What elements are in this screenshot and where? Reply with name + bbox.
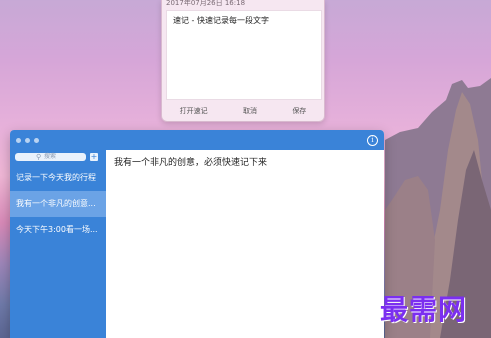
close-window-button[interactable] <box>16 138 21 143</box>
watermark-logo: 最需网 <box>380 293 468 326</box>
note-body-text[interactable]: 我有一个非凡的创意，必须快速记下来 <box>114 155 267 168</box>
open-quick-note-button[interactable]: 打开速记 <box>180 106 208 116</box>
notes-window: i ⚲ 搜索 + 记录一下今天我的行程 我有一个非凡的创意... 今天下午3:0… <box>10 130 384 338</box>
add-note-button[interactable]: + <box>90 153 98 161</box>
quick-note-popup: 2017年07月26日 16:18 速记 - 快速记录每一段文字 打开速记 取消… <box>161 0 325 122</box>
save-button[interactable]: 保存 <box>292 106 306 116</box>
search-icon: ⚲ <box>36 153 42 161</box>
quick-note-footer: 打开速记 取消 保存 <box>162 101 324 121</box>
title-bar: i <box>10 130 384 150</box>
search-placeholder: 搜索 <box>44 153 57 160</box>
quick-note-editor[interactable]: 速记 - 快速记录每一段文字 <box>166 10 322 100</box>
minimize-window-button[interactable] <box>25 138 30 143</box>
note-editor[interactable]: 我有一个非凡的创意，必须快速记下来 <box>106 150 384 338</box>
quick-note-text[interactable]: 速记 - 快速记录每一段文字 <box>173 15 269 26</box>
note-date: 2017年07月26日 16:18 <box>166 0 246 7</box>
zoom-window-button[interactable] <box>34 138 39 143</box>
search-input[interactable]: ⚲ 搜索 <box>15 153 86 161</box>
note-list-item[interactable]: 记录一下今天我的行程 <box>10 165 106 191</box>
cancel-button[interactable]: 取消 <box>243 106 257 116</box>
notes-sidebar: ⚲ 搜索 + 记录一下今天我的行程 我有一个非凡的创意... 今天下午3:00看… <box>10 150 106 338</box>
info-icon[interactable]: i <box>367 135 378 146</box>
note-list-item-selected[interactable]: 我有一个非凡的创意... <box>10 191 106 217</box>
note-list-item[interactable]: 今天下午3:00看一场... <box>10 217 106 243</box>
